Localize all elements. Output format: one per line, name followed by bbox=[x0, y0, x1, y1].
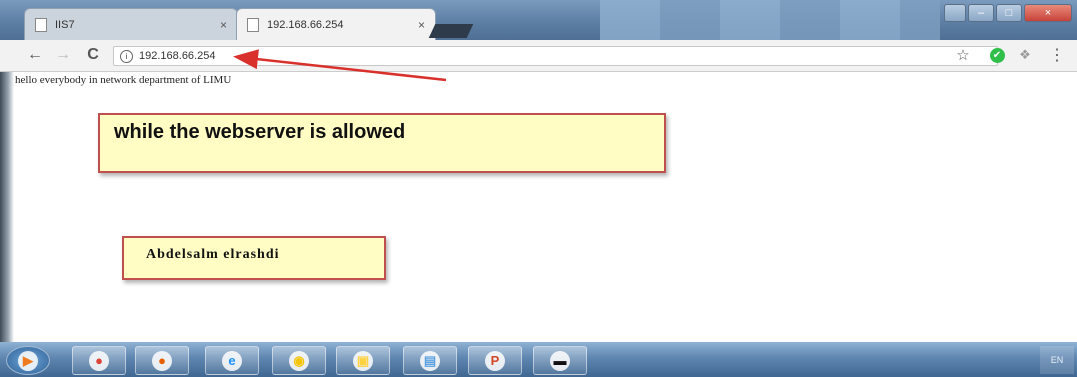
powerpoint-icon: P bbox=[485, 350, 505, 371]
system-tray-language[interactable]: EN bbox=[1040, 346, 1074, 374]
firefox-icon: ● bbox=[152, 350, 172, 371]
internet-explorer-icon: e bbox=[222, 350, 242, 371]
command-prompt-icon: ▬ bbox=[550, 350, 570, 371]
taskbar-app[interactable]: ▤ bbox=[403, 346, 457, 375]
taskbar-app[interactable]: ● bbox=[72, 346, 126, 375]
network-monitor-icon: ▤ bbox=[420, 350, 440, 371]
taskbar-app[interactable]: ▣ bbox=[336, 346, 390, 375]
taskbar-app[interactable]: P bbox=[468, 346, 522, 375]
app-window-icon: ▣ bbox=[353, 350, 373, 371]
annotation-arrow bbox=[233, 49, 447, 82]
start-button[interactable]: ▶ bbox=[6, 346, 50, 375]
taskbar-app[interactable]: ◉ bbox=[272, 346, 326, 375]
chrome-icon: ● bbox=[89, 350, 109, 371]
taskbar-app[interactable]: ● bbox=[135, 346, 189, 375]
taskbar-app[interactable]: e bbox=[205, 346, 259, 375]
taskbar-app[interactable]: ▬ bbox=[533, 346, 587, 375]
media-center-icon: ◉ bbox=[289, 350, 309, 371]
windows-media-player-icon: ▶ bbox=[18, 350, 38, 371]
arrow-line bbox=[233, 49, 447, 82]
